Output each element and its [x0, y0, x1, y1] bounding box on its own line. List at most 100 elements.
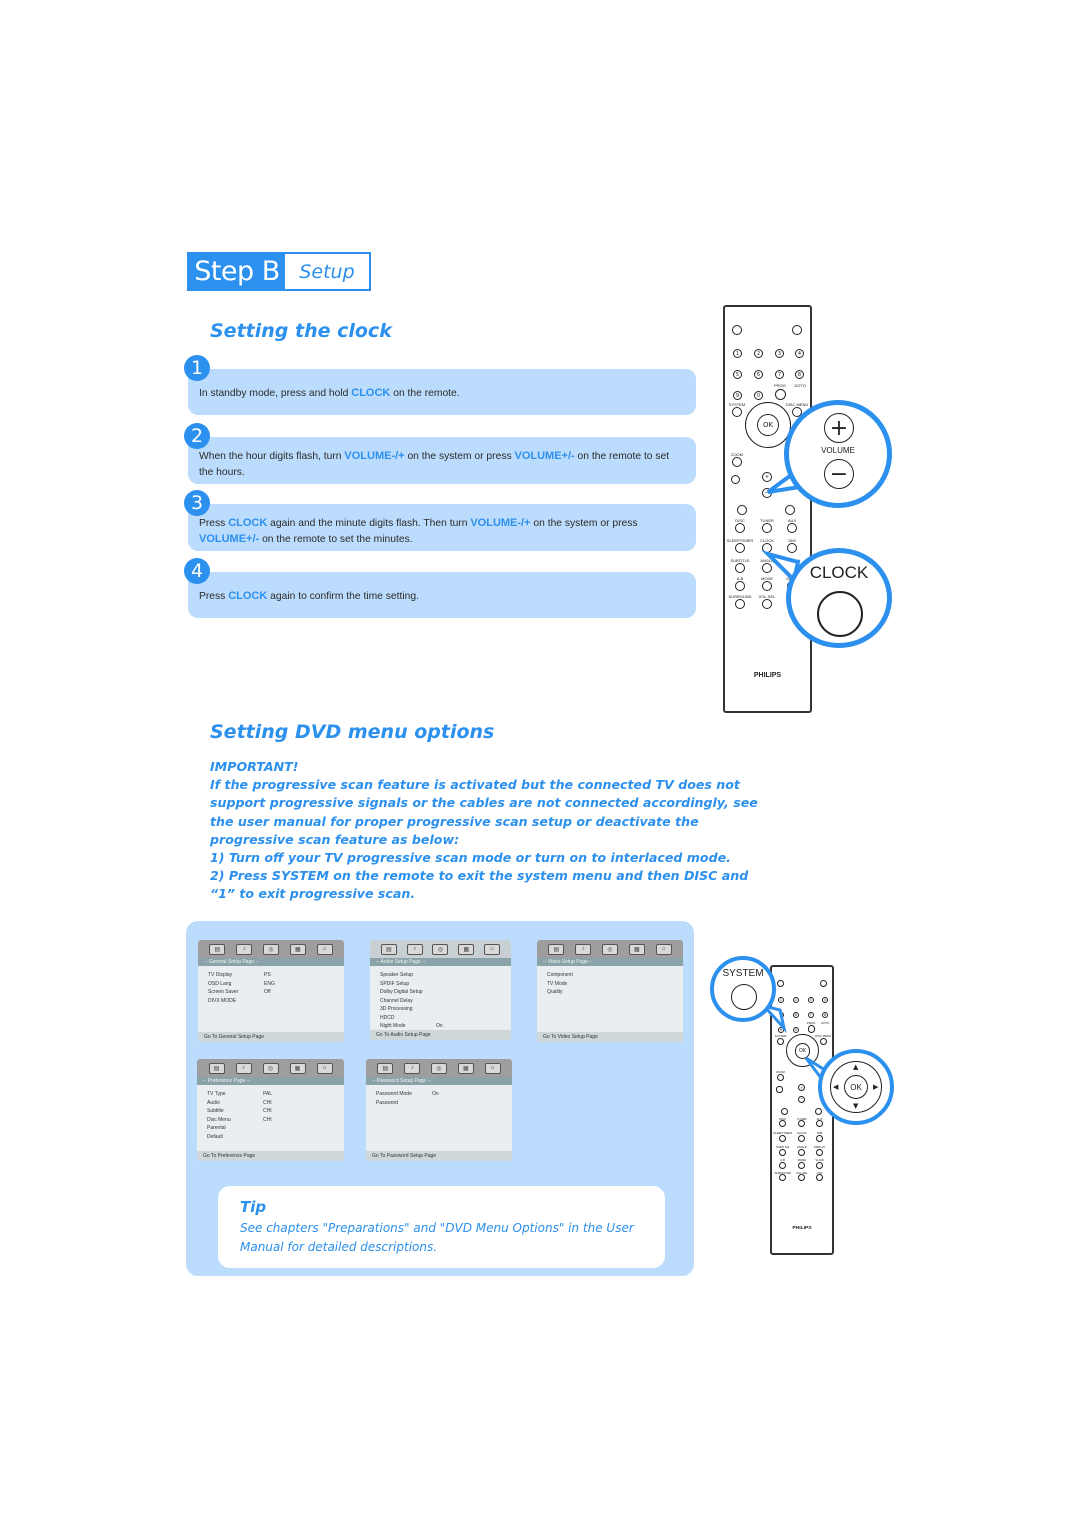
digit-9-button[interactable]: 9	[733, 391, 742, 400]
digit-3-button[interactable]: 3	[775, 349, 784, 358]
osd-option-value: CHI	[263, 1116, 272, 1123]
osd-option-label: Password Mode	[376, 1091, 412, 1097]
digit-6-button[interactable]: 6	[754, 370, 763, 379]
video-setup-icon: ◎	[262, 1062, 279, 1074]
zoom-button[interactable]	[776, 1073, 785, 1081]
osd-menu-list: TV Display PS OSD Lang ENG Screen Saver Off DI…	[198, 966, 344, 1005]
eject-button[interactable]	[792, 325, 802, 335]
step-title: Setup	[299, 260, 355, 283]
step-text-part: again to confirm the time setting.	[267, 591, 419, 602]
osd-option-label: Audio	[207, 1099, 220, 1106]
highlighted-key: CLOCK	[228, 517, 268, 529]
osd-icon-bar: ▤ ♪ ◎ ▦ ⌂	[370, 940, 511, 958]
osd-screen: ▤ ♪ ◎ ▦ ⌂ -- Audio Setup Page -- Speaker Setup…	[370, 940, 511, 1040]
osd-option-value: Off	[264, 989, 271, 995]
highlighted-key: VOLUME+/-	[199, 532, 260, 545]
digit-7-button[interactable]: 7	[775, 370, 784, 379]
dim-button[interactable]	[816, 1134, 824, 1142]
subtitle-button[interactable]	[779, 1148, 787, 1156]
aux-button[interactable]	[787, 523, 797, 533]
prog-label: PROG	[774, 383, 786, 388]
digit-5-button[interactable]: 5	[733, 370, 742, 379]
osd-menu-row: HDCD	[380, 1014, 511, 1023]
audio-setup-icon: ♪	[235, 1062, 252, 1074]
step-text-part: In standby mode, press and hold	[199, 388, 352, 399]
osd-menu-list: TV Type PAL Audio CHI Subtitle CHI Disc Menu CH…	[197, 1085, 344, 1141]
disc-button[interactable]	[779, 1120, 787, 1128]
slow-button[interactable]	[816, 1161, 824, 1169]
osd-option-label: Default	[207, 1133, 223, 1140]
subtitle-button[interactable]	[735, 563, 745, 573]
surround-button[interactable]	[779, 1174, 787, 1182]
sleep-button[interactable]	[779, 1134, 787, 1142]
digit-7-button[interactable]: 7	[807, 1011, 814, 1019]
arrow-left-icon: ◀	[833, 1083, 839, 1091]
digit-1-button[interactable]: 1	[733, 349, 742, 358]
step-text-part: on the remote.	[390, 388, 460, 399]
disc-menu-button[interactable]	[819, 1038, 827, 1046]
philips-logo: PHILIPS	[792, 1226, 812, 1232]
display-button[interactable]	[816, 1148, 824, 1156]
mode-button[interactable]	[798, 1161, 806, 1169]
clock-step-text: Press CLOCK again to confirm the time se…	[199, 589, 678, 605]
clock-step-box: Press CLOCK again and the minute digits …	[188, 504, 696, 551]
osd-option-label: Quality	[547, 989, 563, 995]
tip-title: Tip	[240, 1198, 267, 1216]
prog-button[interactable]	[775, 389, 786, 400]
audio-setup-icon: ♪	[404, 1062, 421, 1074]
play-pause-button[interactable]	[780, 1107, 788, 1115]
tu-rocker[interactable]	[776, 1086, 783, 1093]
clock-button[interactable]	[798, 1134, 806, 1142]
osd-option-label: Password	[376, 1099, 398, 1106]
digit-8-button[interactable]: 8	[795, 370, 804, 379]
password-lock-icon: ⌂	[484, 943, 501, 955]
osd-option-value: CHI	[263, 1099, 272, 1106]
volume-plus-icon: +	[824, 413, 854, 443]
ab-button[interactable]	[735, 581, 745, 591]
volume-minus-button[interactable]: −	[798, 1095, 806, 1103]
ab-button[interactable]	[779, 1161, 787, 1169]
eject-button[interactable]	[819, 979, 827, 987]
aux-button[interactable]	[816, 1120, 824, 1128]
power-button[interactable]	[776, 979, 785, 987]
general-setup-icon: ▤	[208, 1062, 225, 1074]
sleep-button[interactable]	[735, 543, 745, 553]
osd-option-label: Parental	[207, 1125, 226, 1131]
angle-button[interactable]	[798, 1148, 806, 1156]
video-setup-icon: ◎	[430, 1062, 447, 1074]
digit-3-button[interactable]: 3	[807, 996, 814, 1004]
prog-button[interactable]	[807, 1025, 816, 1034]
clock-step-box: When the hour digits flash, turn VOLUME-…	[188, 437, 696, 484]
volsel-button[interactable]	[798, 1174, 806, 1182]
goto-label: GOTO	[821, 1020, 830, 1025]
important-text: If the progressive scan feature is activ…	[210, 777, 758, 847]
video-setup-icon: ◎	[262, 943, 279, 955]
osd-page-title: -- Preference Page --	[197, 1077, 344, 1085]
disc-button[interactable]	[735, 523, 745, 533]
digit-8-button[interactable]: 8	[821, 1011, 829, 1019]
osd-menu-row: TV Mode	[547, 980, 683, 989]
step-number-badge: 4	[184, 558, 210, 584]
tip-text: See chapters "Preparations" and "DVD Men…	[240, 1221, 634, 1254]
system-callout-label: SYSTEM	[722, 968, 764, 979]
tu-rocker[interactable]	[731, 475, 740, 484]
digit-4-button[interactable]: 4	[795, 349, 804, 358]
osd-page-title: -- General Setup Page --	[198, 958, 344, 966]
power-button[interactable]	[732, 325, 742, 335]
osd-button[interactable]	[816, 1174, 824, 1182]
digit-2-button[interactable]: 2	[754, 349, 763, 358]
clock-callout: CLOCK	[786, 548, 892, 648]
digit-4-button[interactable]: 4	[821, 996, 829, 1004]
preference-icon: ▦	[289, 1062, 306, 1074]
tuner-button[interactable]	[798, 1120, 806, 1128]
stop-button[interactable]	[814, 1107, 822, 1115]
step-header: Step B Setup	[187, 252, 371, 291]
digit-0-button[interactable]: 0	[754, 391, 763, 400]
general-setup-icon: ▤	[548, 943, 565, 955]
volsel-button[interactable]	[762, 599, 772, 609]
osd-option-value: ENG	[264, 980, 275, 987]
osd-footer: Go To Preference Page	[197, 1151, 344, 1161]
surround-button[interactable]	[735, 599, 745, 609]
volume-minus-icon: −	[824, 459, 854, 489]
tuner-button[interactable]	[762, 523, 772, 533]
